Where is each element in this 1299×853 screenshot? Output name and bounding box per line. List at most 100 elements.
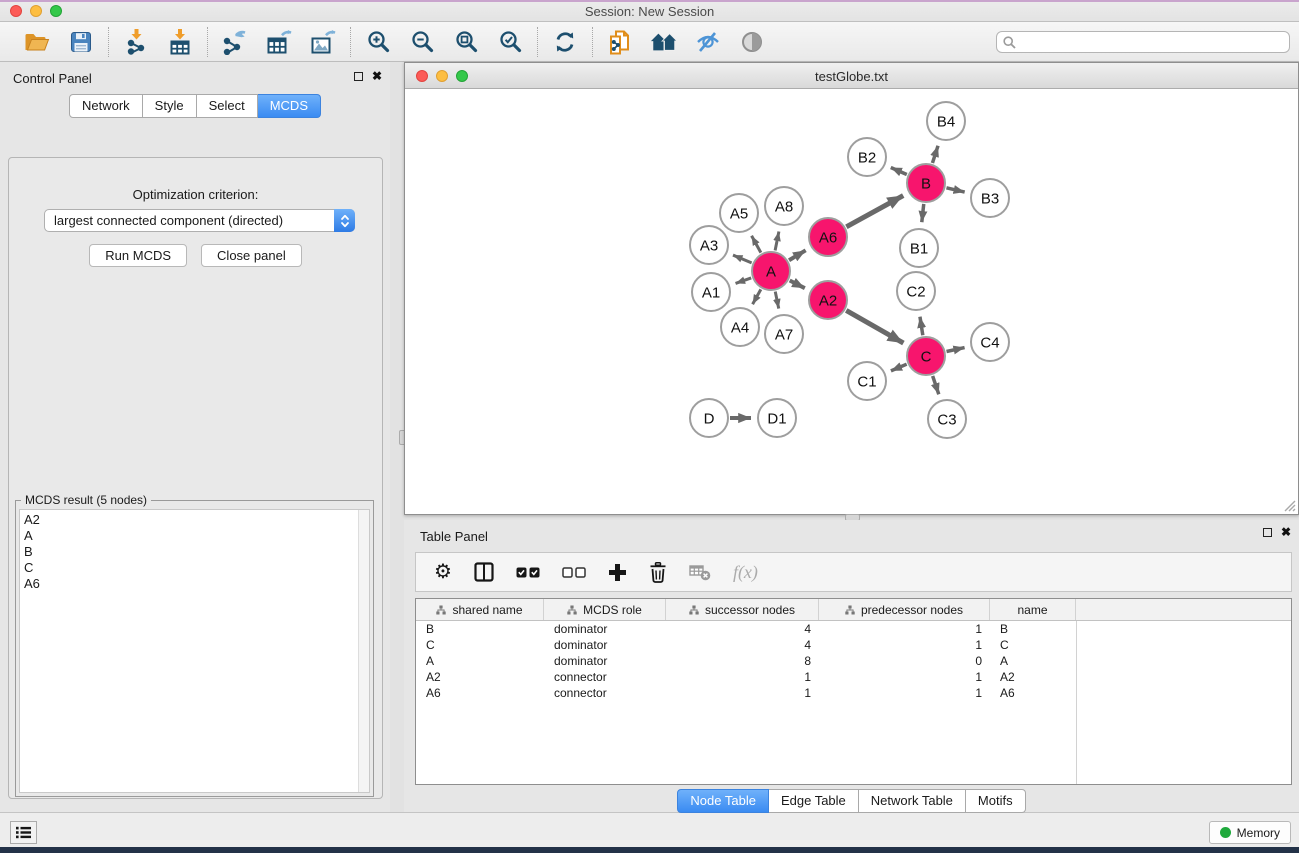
close-panel-button[interactable]: Close panel	[201, 244, 302, 267]
table-cell[interactable]: connector	[544, 685, 666, 701]
table-cell[interactable]: A	[990, 653, 1076, 669]
table-cell[interactable]: A6	[990, 685, 1076, 701]
table-cell[interactable]: A2	[416, 669, 544, 685]
tab-node-table[interactable]: Node Table	[677, 789, 769, 813]
node-B1[interactable]: B1	[900, 229, 938, 267]
delete-table-icon[interactable]	[689, 563, 711, 581]
edge-A-A6[interactable]	[789, 250, 806, 260]
edge-A-A2[interactable]	[790, 281, 805, 289]
edge-A-A3[interactable]	[733, 255, 752, 263]
node-A8[interactable]: A8	[765, 187, 803, 225]
table-cell[interactable]: 1	[819, 685, 990, 701]
search-input[interactable]	[1021, 35, 1283, 49]
import-table-icon[interactable]	[166, 29, 194, 55]
table-cell[interactable]: C	[990, 637, 1076, 653]
node-C2[interactable]: C2	[897, 272, 935, 310]
node-A3[interactable]: A3	[690, 226, 728, 264]
table-cell[interactable]: 4	[666, 637, 819, 653]
node-A4[interactable]: A4	[721, 308, 759, 346]
tab-network-table[interactable]: Network Table	[859, 789, 966, 813]
table-row[interactable]: Cdominator41C	[416, 637, 1291, 653]
table-cell[interactable]: dominator	[544, 621, 666, 637]
panel-menu-button[interactable]	[10, 821, 37, 844]
result-item[interactable]: C	[20, 560, 357, 576]
table-cell[interactable]: 0	[819, 653, 990, 669]
node-B3[interactable]: B3	[971, 179, 1009, 217]
export-image-icon[interactable]	[309, 29, 337, 55]
result-item[interactable]: B	[20, 544, 357, 560]
criterion-dropdown[interactable]: largest connected component (directed)	[44, 209, 355, 232]
clone-network-icon[interactable]	[606, 29, 634, 55]
zoom-in-icon[interactable]	[364, 29, 392, 55]
import-network-icon[interactable]	[122, 29, 150, 55]
table-cell[interactable]: 4	[666, 621, 819, 637]
hide-selected-icon[interactable]	[694, 29, 722, 55]
edge-B-B3[interactable]	[946, 188, 964, 192]
table-cell[interactable]: A6	[416, 685, 544, 701]
mcds-result-list[interactable]: A2ABCA6	[19, 509, 370, 793]
node-D[interactable]: D	[690, 399, 728, 437]
node-A6[interactable]: A6	[809, 218, 847, 256]
close-table-panel-icon[interactable]: ✖	[1281, 527, 1291, 537]
table-cell[interactable]: 1	[666, 685, 819, 701]
node-A5[interactable]: A5	[720, 194, 758, 232]
function-builder-icon[interactable]: f(x)	[733, 562, 758, 583]
table-cell[interactable]: 8	[666, 653, 819, 669]
table-row[interactable]: A2connector11A2	[416, 669, 1291, 685]
edge-C-C2[interactable]	[920, 317, 923, 336]
table-cell[interactable]: C	[416, 637, 544, 653]
search-field[interactable]	[996, 31, 1290, 53]
edge-B-B2[interactable]	[891, 167, 907, 174]
table-cell[interactable]: connector	[544, 669, 666, 685]
save-session-icon[interactable]	[67, 29, 95, 55]
column-visibility-icon[interactable]	[474, 562, 494, 582]
zoom-out-icon[interactable]	[408, 29, 436, 55]
show-all-icon[interactable]	[738, 29, 766, 55]
table-cell[interactable]: A	[416, 653, 544, 669]
column-header-name[interactable]: name	[990, 599, 1076, 620]
close-panel-icon[interactable]: ✖	[372, 71, 382, 81]
float-panel-icon[interactable]	[354, 72, 363, 81]
node-A2[interactable]: A2	[809, 281, 847, 319]
tab-select[interactable]: Select	[197, 94, 258, 118]
edge-C-C3[interactable]	[933, 376, 939, 394]
edge-A-A8[interactable]	[775, 231, 779, 250]
delete-column-icon[interactable]	[649, 562, 667, 583]
select-all-icon[interactable]	[516, 567, 540, 578]
table-cell[interactable]: A2	[990, 669, 1076, 685]
edge-A-A7[interactable]	[775, 292, 779, 309]
table-row[interactable]: A6connector11A6	[416, 685, 1291, 701]
table-cell[interactable]: 1	[666, 669, 819, 685]
network-window-titlebar[interactable]: testGlobe.txt	[405, 63, 1298, 89]
tab-mcds[interactable]: MCDS	[258, 94, 321, 118]
table-settings-gear-icon[interactable]: ⚙	[434, 562, 452, 582]
edge-B-B1[interactable]	[922, 204, 924, 222]
edge-A-A4[interactable]	[753, 289, 761, 304]
table-row[interactable]: Adominator80A	[416, 653, 1291, 669]
edge-A-A5[interactable]	[752, 236, 761, 253]
node-A[interactable]: A	[752, 252, 790, 290]
column-header-shared-name[interactable]: shared name	[416, 599, 544, 620]
node-C4[interactable]: C4	[971, 323, 1009, 361]
table-cell[interactable]: 1	[819, 669, 990, 685]
node-A1[interactable]: A1	[692, 273, 730, 311]
add-column-icon[interactable]	[608, 563, 627, 582]
result-item[interactable]: A6	[20, 576, 357, 592]
node-A7[interactable]: A7	[765, 315, 803, 353]
export-network-icon[interactable]	[221, 29, 249, 55]
tab-style[interactable]: Style	[143, 94, 197, 118]
table-cell[interactable]: 1	[819, 637, 990, 653]
result-item[interactable]: A2	[20, 512, 357, 528]
zoom-selected-icon[interactable]	[496, 29, 524, 55]
memory-button[interactable]: Memory	[1209, 821, 1291, 844]
edge-A-A1[interactable]	[736, 278, 752, 283]
edge-B-B4[interactable]	[932, 146, 938, 163]
table-cell[interactable]: B	[990, 621, 1076, 637]
table-cell[interactable]: 1	[819, 621, 990, 637]
run-mcds-button[interactable]: Run MCDS	[89, 244, 187, 267]
edge-A2-C[interactable]	[846, 310, 903, 343]
node-C3[interactable]: C3	[928, 400, 966, 438]
export-table-icon[interactable]	[265, 29, 293, 55]
column-header-successor-nodes[interactable]: successor nodes	[666, 599, 819, 620]
node-B4[interactable]: B4	[927, 102, 965, 140]
